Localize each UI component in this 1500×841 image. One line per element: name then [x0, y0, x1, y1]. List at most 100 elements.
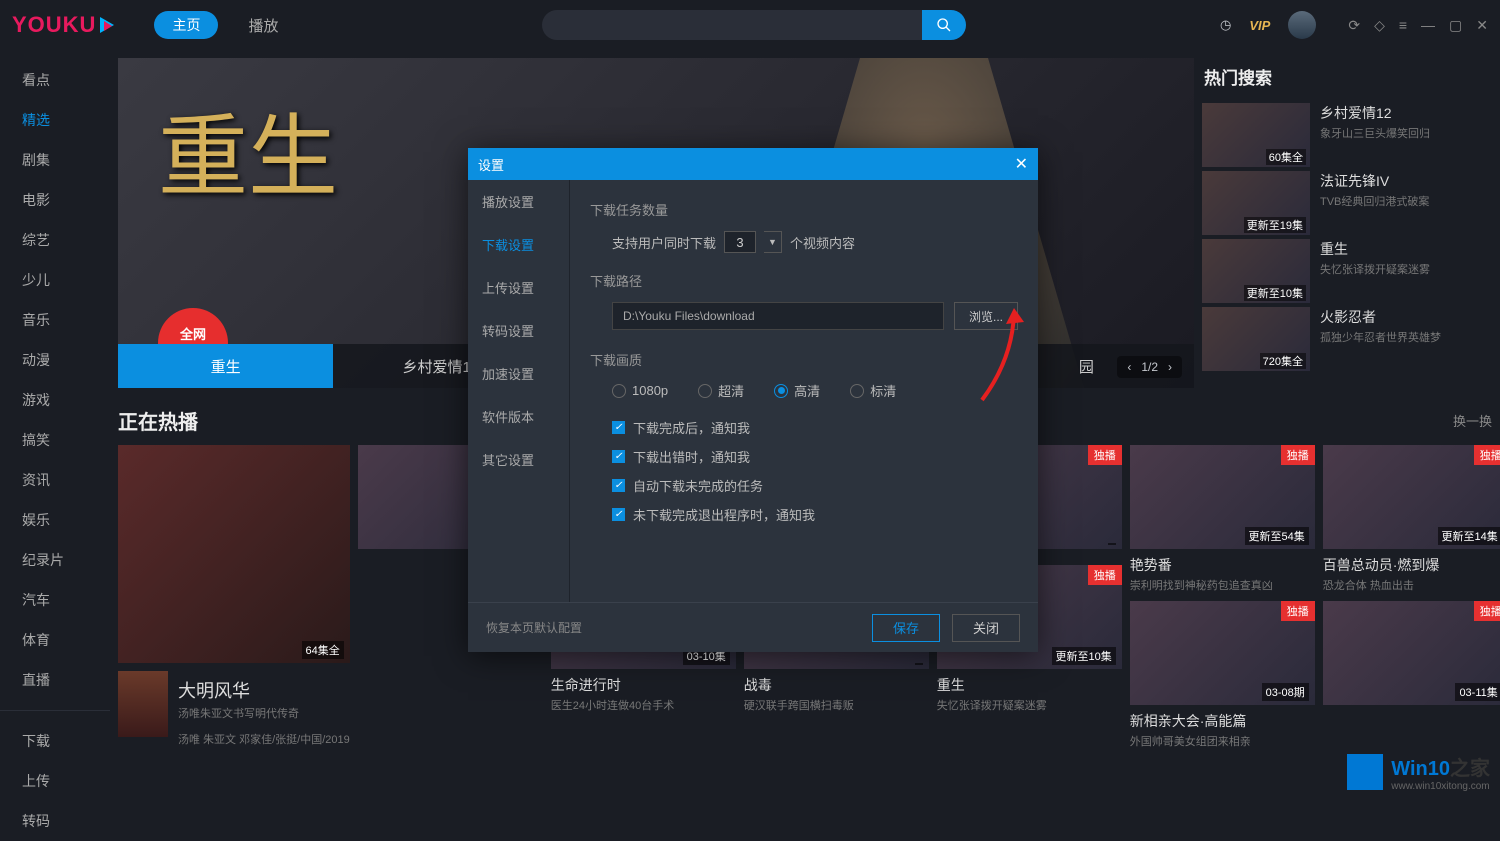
hs-sub: 孤独少年忍者世界英雄梦 [1320, 329, 1492, 345]
sidebar-item-0[interactable]: 看点 [0, 60, 110, 100]
card-corner: 03-08期 [1262, 683, 1309, 701]
skin-icon[interactable]: ◇ [1374, 17, 1385, 34]
sidebar-bottom-0[interactable]: 下载 [0, 721, 110, 761]
big-card-img: 64集全 [118, 445, 350, 663]
refresh-icon[interactable]: ⟳ [1348, 17, 1360, 34]
dialog-body: 播放设置下载设置上传设置转码设置加速设置软件版本其它设置 下载任务数量 支持用户… [468, 180, 1038, 602]
quality-radio-3[interactable]: 标清 [850, 381, 896, 400]
quality-radio-2[interactable]: 高清 [774, 381, 820, 400]
search-button[interactable] [922, 10, 966, 40]
notify-check-3[interactable]: ✓未下载完成退出程序时，通知我 [612, 505, 1018, 524]
search-icon [936, 17, 952, 33]
card-title: 艳势番 [1130, 555, 1315, 575]
sidebar-item-14[interactable]: 体育 [0, 620, 110, 660]
sidebar-item-15[interactable]: 直播 [0, 660, 110, 700]
notify-check-0[interactable]: ✓ 下载完成后，通知我 [612, 418, 1018, 437]
vip-link[interactable]: VIP [1249, 18, 1270, 33]
search-input[interactable] [542, 10, 922, 40]
hs-corner: 更新至19集 [1244, 217, 1306, 233]
hot-search-item-0[interactable]: 60集全乡村爱情12象牙山三巨头爆笑回归 [1202, 103, 1492, 171]
card-r1-1[interactable]: 独播更新至14集百兽总动员·燃到爆恐龙合体 热血出击 [1323, 445, 1500, 593]
wm-url: www.win10xitong.com [1391, 781, 1490, 792]
hero-next-icon[interactable]: › [1168, 360, 1172, 374]
save-button[interactable]: 保存 [872, 614, 940, 642]
sidebar-separator [0, 710, 110, 711]
sidebar-bottom-1[interactable]: 上传 [0, 761, 110, 801]
nav-play[interactable]: 播放 [248, 15, 278, 36]
hs-corner: 720集全 [1260, 353, 1306, 369]
sidebar-item-3[interactable]: 电影 [0, 180, 110, 220]
sidebar-item-6[interactable]: 音乐 [0, 300, 110, 340]
chevron-down-icon[interactable]: ▼ [764, 231, 782, 253]
now-playing-heading: 正在热播 [118, 406, 198, 435]
logo[interactable]: YOUKU [12, 12, 114, 38]
sidebar-item-12[interactable]: 纪录片 [0, 540, 110, 580]
maximize-icon[interactable]: ▢ [1449, 17, 1462, 34]
dialog-footer: 恢复本页默认配置 保存 关闭 [468, 602, 1038, 652]
big-card-sub1: 汤唯朱亚文书写明代传奇 [178, 705, 350, 721]
settings-dialog: 设置 ✕ 播放设置下载设置上传设置转码设置加速设置软件版本其它设置 下载任务数量… [468, 148, 1038, 652]
hero-tab-0[interactable]: 重生 [118, 344, 333, 388]
card-r1-0[interactable]: 独播更新至54集艳势番崇利明找到神秘药包追查真凶 [1130, 445, 1315, 593]
card-r2-4[interactable]: 独播03-11集 [1323, 601, 1500, 713]
hs-title: 火影忍者 [1320, 307, 1492, 327]
big-card[interactable]: 64集全 大明风华 汤唯朱亚文书写明代传奇 汤唯 朱亚文 邓家佳/张挺/中国/2… [118, 445, 350, 749]
avatar[interactable] [1288, 11, 1316, 39]
sidebar-item-9[interactable]: 搞笑 [0, 420, 110, 460]
sidebar-bottom-2[interactable]: 转码 [0, 801, 110, 841]
hero-prev-icon[interactable]: ‹ [1127, 360, 1131, 374]
close-window-icon[interactable]: ✕ [1476, 17, 1488, 34]
close-button[interactable]: 关闭 [952, 614, 1020, 642]
quality-radio-1[interactable]: 超清 [698, 381, 744, 400]
hot-search-item-2[interactable]: 更新至10集重生失忆张译拨开疑案迷雾 [1202, 239, 1492, 307]
card-img: 独播更新至14集 [1323, 445, 1500, 549]
refresh-button[interactable]: 换一换 [1453, 411, 1492, 430]
sidebar-item-10[interactable]: 资讯 [0, 460, 110, 500]
sidebar-item-8[interactable]: 游戏 [0, 380, 110, 420]
checkbox-icon: ✓ [612, 450, 625, 463]
sidebar-item-13[interactable]: 汽车 [0, 580, 110, 620]
menu-icon[interactable]: ≡ [1399, 17, 1407, 34]
concurrent-select[interactable]: 3 [724, 231, 756, 253]
dialog-tab-6[interactable]: 其它设置 [468, 438, 569, 481]
restore-defaults[interactable]: 恢复本页默认配置 [486, 619, 582, 636]
hot-search-item-1[interactable]: 更新至19集法证先锋IVTVB经典回归港式破案 [1202, 171, 1492, 239]
card-title: 百兽总动员·燃到爆 [1323, 555, 1500, 575]
dialog-tab-1[interactable]: 下载设置 [468, 223, 569, 266]
hero-art-title: 重生 [158, 118, 338, 199]
dialog-tab-4[interactable]: 加速设置 [468, 352, 569, 395]
dialog-close-icon[interactable]: ✕ [1015, 154, 1028, 174]
hot-search-panel: 热门搜索 60集全乡村爱情12象牙山三巨头爆笑回归更新至19集法证先锋IVTVB… [1202, 58, 1492, 388]
card-title: 战毒 [744, 675, 929, 695]
top-right: ◷ VIP ⟳ ◇ ≡ — ▢ ✕ [1220, 11, 1488, 39]
hot-search-item-3[interactable]: 720集全 火影忍者孤独少年忍者世界英雄梦 [1202, 307, 1492, 375]
sidebar-item-11[interactable]: 娱乐 [0, 500, 110, 540]
dialog-tab-5[interactable]: 软件版本 [468, 395, 569, 438]
card-corner [915, 663, 923, 665]
quality-radio-0[interactable]: 1080p [612, 381, 668, 400]
dialog-tab-0[interactable]: 播放设置 [468, 180, 569, 223]
nav-home[interactable]: 主页 [154, 11, 218, 39]
path-input[interactable] [612, 302, 944, 330]
card-r2-3[interactable]: 独播03-08期新相亲大会·高能篇外国帅哥美女组团来相亲 [1130, 601, 1315, 749]
sidebar-item-1[interactable]: 精选 [0, 100, 110, 140]
big-card-sub2: 汤唯 朱亚文 邓家佳/张挺/中国/2019 [178, 731, 350, 747]
hs-thumb: 更新至19集 [1202, 171, 1310, 235]
notify-check-2[interactable]: ✓自动下载未完成的任务 [612, 476, 1018, 495]
checkbox-icon: ✓ [612, 421, 625, 434]
dialog-tab-2[interactable]: 上传设置 [468, 266, 569, 309]
card-corner: 更新至54集 [1245, 527, 1309, 545]
sidebar-item-5[interactable]: 少儿 [0, 260, 110, 300]
sidebar-item-2[interactable]: 剧集 [0, 140, 110, 180]
dialog-header: 设置 ✕ [468, 148, 1038, 180]
sidebar-item-7[interactable]: 动漫 [0, 340, 110, 380]
notify-check-1[interactable]: ✓ 下载出错时，通知我 [612, 447, 1018, 466]
check-label: 下载出错时，通知我 [633, 447, 750, 466]
sidebar-item-4[interactable]: 综艺 [0, 220, 110, 260]
minimize-icon[interactable]: — [1421, 17, 1435, 34]
dialog-tab-3[interactable]: 转码设置 [468, 309, 569, 352]
history-icon[interactable]: ◷ [1220, 17, 1231, 33]
exclusive-tag: 独播 [1088, 445, 1122, 465]
check-label: 下载完成后，通知我 [633, 418, 750, 437]
browse-button[interactable]: 浏览... [954, 302, 1018, 330]
